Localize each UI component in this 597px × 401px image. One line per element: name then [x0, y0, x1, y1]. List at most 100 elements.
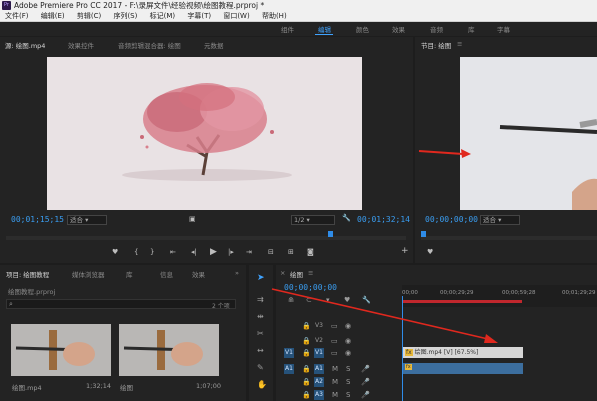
lock-icon[interactable]: 🔒	[302, 378, 311, 386]
source-patch-a1[interactable]: A1	[284, 364, 294, 374]
source-patch-v1[interactable]: V1	[284, 348, 294, 358]
source-fit-label: 适合	[70, 216, 83, 224]
tab-audio-clip-mixer[interactable]: 音频剪辑混合器: 绘图	[118, 40, 181, 50]
workspace-color[interactable]: 颜色	[356, 24, 369, 34]
menu-sequence[interactable]: 序列(S)	[108, 11, 142, 22]
program-playhead[interactable]	[421, 231, 426, 237]
tab-effect-controls[interactable]: 效果控件	[68, 40, 94, 50]
camera-icon[interactable]: ◙	[307, 248, 314, 256]
add-marker-icon[interactable]: ♥	[112, 248, 118, 256]
program-timecode[interactable]: 00;00;00;00	[425, 215, 478, 224]
solo-icon[interactable]: S	[346, 365, 350, 373]
tab-libraries[interactable]: 库	[126, 269, 133, 279]
insert-icon[interactable]: ⊟	[268, 248, 274, 256]
mute-icon[interactable]: M	[332, 365, 338, 373]
tab-timeline-sequence[interactable]: 绘图	[290, 269, 303, 279]
go-to-out-icon[interactable]: ⇥	[246, 248, 252, 256]
workspace-assembly[interactable]: 组件	[281, 24, 294, 34]
tab-media-browser[interactable]: 媒体浏览器	[72, 269, 105, 279]
source-video-frame	[47, 57, 362, 210]
solo-icon[interactable]: S	[346, 378, 350, 386]
ripple-edit-tool-icon[interactable]: ⇹	[257, 312, 264, 321]
step-back-icon[interactable]: ◂|	[191, 248, 197, 256]
track-label-a2[interactable]: A2	[314, 377, 324, 387]
track-label-a3[interactable]: A3	[314, 390, 324, 400]
tab-info[interactable]: 信息	[160, 269, 173, 279]
red-arrow-annotation	[418, 149, 471, 158]
mute-icon[interactable]: M	[332, 378, 338, 386]
menu-clip[interactable]: 剪辑(C)	[72, 11, 106, 22]
slip-tool-icon[interactable]: ↔	[257, 346, 264, 355]
menu-title[interactable]: 字幕(T)	[182, 11, 216, 22]
workspace-editing[interactable]: 编辑	[318, 24, 331, 34]
wrench-icon[interactable]: 🔧	[342, 214, 351, 222]
search-input[interactable]: ⌕	[6, 299, 236, 309]
tab-project[interactable]: 项目: 绘图教程	[6, 269, 49, 279]
solo-icon[interactable]: S	[346, 391, 350, 399]
eye-icon[interactable]: ◉	[345, 349, 351, 357]
menu-file[interactable]: 文件(F)	[0, 11, 34, 22]
menu-window[interactable]: 窗口(W)	[218, 11, 254, 22]
selection-tool-icon[interactable]: ➤	[257, 273, 265, 283]
workspace-effects[interactable]: 效果	[392, 24, 405, 34]
source-monitor-panel: 源: 绘图.mp4 效果控件 音频剪辑混合器: 绘图 元数据 00;01;15;…	[0, 37, 413, 263]
mic-icon[interactable]: 🎤	[361, 378, 370, 386]
source-playhead[interactable]	[328, 231, 333, 237]
workspace-libraries[interactable]: 库	[468, 24, 475, 34]
window-title: Adobe Premiere Pro CC 2017 - F:\录屏文件\经验视…	[14, 1, 265, 10]
mark-in-icon[interactable]: {	[134, 248, 138, 256]
project-item-duration: 1;32;14	[86, 382, 112, 390]
program-menu-icon[interactable]: ≡	[457, 40, 462, 48]
project-item-thumbnail[interactable]	[11, 324, 111, 376]
tab-program[interactable]: 节目: 绘图	[421, 40, 451, 50]
program-fit-label: 适合	[483, 216, 496, 224]
lock-icon[interactable]: 🔒	[302, 349, 311, 357]
hand-tool-icon[interactable]: ✋	[257, 380, 267, 389]
lock-icon[interactable]: 🔒	[302, 391, 311, 399]
track-label-a1[interactable]: A1	[314, 364, 324, 374]
source-fit-dropdown[interactable]: 适合 ▾	[67, 215, 107, 225]
project-item-count: 2 个项	[212, 303, 230, 310]
workspace-audio[interactable]: 音频	[430, 24, 443, 34]
menu-edit[interactable]: 编辑(E)	[36, 11, 70, 22]
tab-effects[interactable]: 效果	[192, 269, 205, 279]
premiere-app-icon: Pr	[2, 1, 11, 10]
menu-help[interactable]: 帮助(H)	[257, 11, 292, 22]
tab-metadata[interactable]: 元数据	[204, 40, 224, 50]
workspace-bar: 组件 编辑 颜色 效果 音频 库 字幕	[0, 22, 597, 36]
razor-tool-icon[interactable]: ✂	[257, 329, 264, 338]
mark-out-icon[interactable]: }	[150, 248, 154, 256]
menu-marker[interactable]: 标记(M)	[145, 11, 181, 22]
source-scrubber[interactable]	[6, 236, 406, 240]
track-select-tool-icon[interactable]: ⇉	[257, 295, 264, 304]
go-to-in-icon[interactable]: ⇤	[170, 248, 176, 256]
source-settings-icon[interactable]: ▣	[189, 215, 196, 223]
timeline-close-icon[interactable]: ×	[280, 269, 285, 277]
mic-icon[interactable]: 🎤	[361, 365, 370, 373]
panel-overflow-icon[interactable]: »	[235, 269, 239, 277]
program-fit-dropdown[interactable]: 适合 ▾	[480, 215, 520, 225]
step-forward-icon[interactable]: |▸	[228, 248, 234, 256]
audio-clip[interactable]: fx	[403, 363, 523, 374]
pen-tool-icon[interactable]: ✎	[257, 363, 264, 372]
source-resolution-label: 1/2	[294, 216, 305, 224]
program-scrubber[interactable]	[421, 236, 597, 240]
project-item-thumbnail[interactable]	[119, 324, 219, 376]
program-add-marker-icon[interactable]: ♥	[427, 248, 433, 256]
tab-source[interactable]: 源: 绘图.mp4	[5, 40, 45, 50]
sync-icon[interactable]: ▭	[331, 349, 338, 357]
mic-icon[interactable]: 🎤	[361, 391, 370, 399]
timeline-menu-icon[interactable]: ≡	[308, 269, 313, 277]
source-resolution-dropdown[interactable]: 1/2 ▾	[291, 215, 335, 225]
project-item-name: 绘图.mp4	[12, 384, 42, 392]
play-icon[interactable]: ▶	[210, 247, 217, 257]
fx-badge-icon: fx	[405, 349, 413, 356]
mute-icon[interactable]: M	[332, 391, 338, 399]
lock-icon[interactable]: 🔒	[302, 365, 311, 373]
source-timecode-current[interactable]: 00;01;15;15	[11, 215, 64, 224]
track-label-v1[interactable]: V1	[314, 348, 324, 358]
add-button-icon[interactable]: +	[401, 246, 409, 256]
overwrite-icon[interactable]: ⊞	[288, 248, 294, 256]
workspace-titles[interactable]: 字幕	[497, 24, 510, 34]
timeline-panel: × 绘图 ≡ 00;00;00;00 ⋒ ⊂ ▾ ♥ 🔧 00;00 00;00…	[271, 265, 597, 401]
